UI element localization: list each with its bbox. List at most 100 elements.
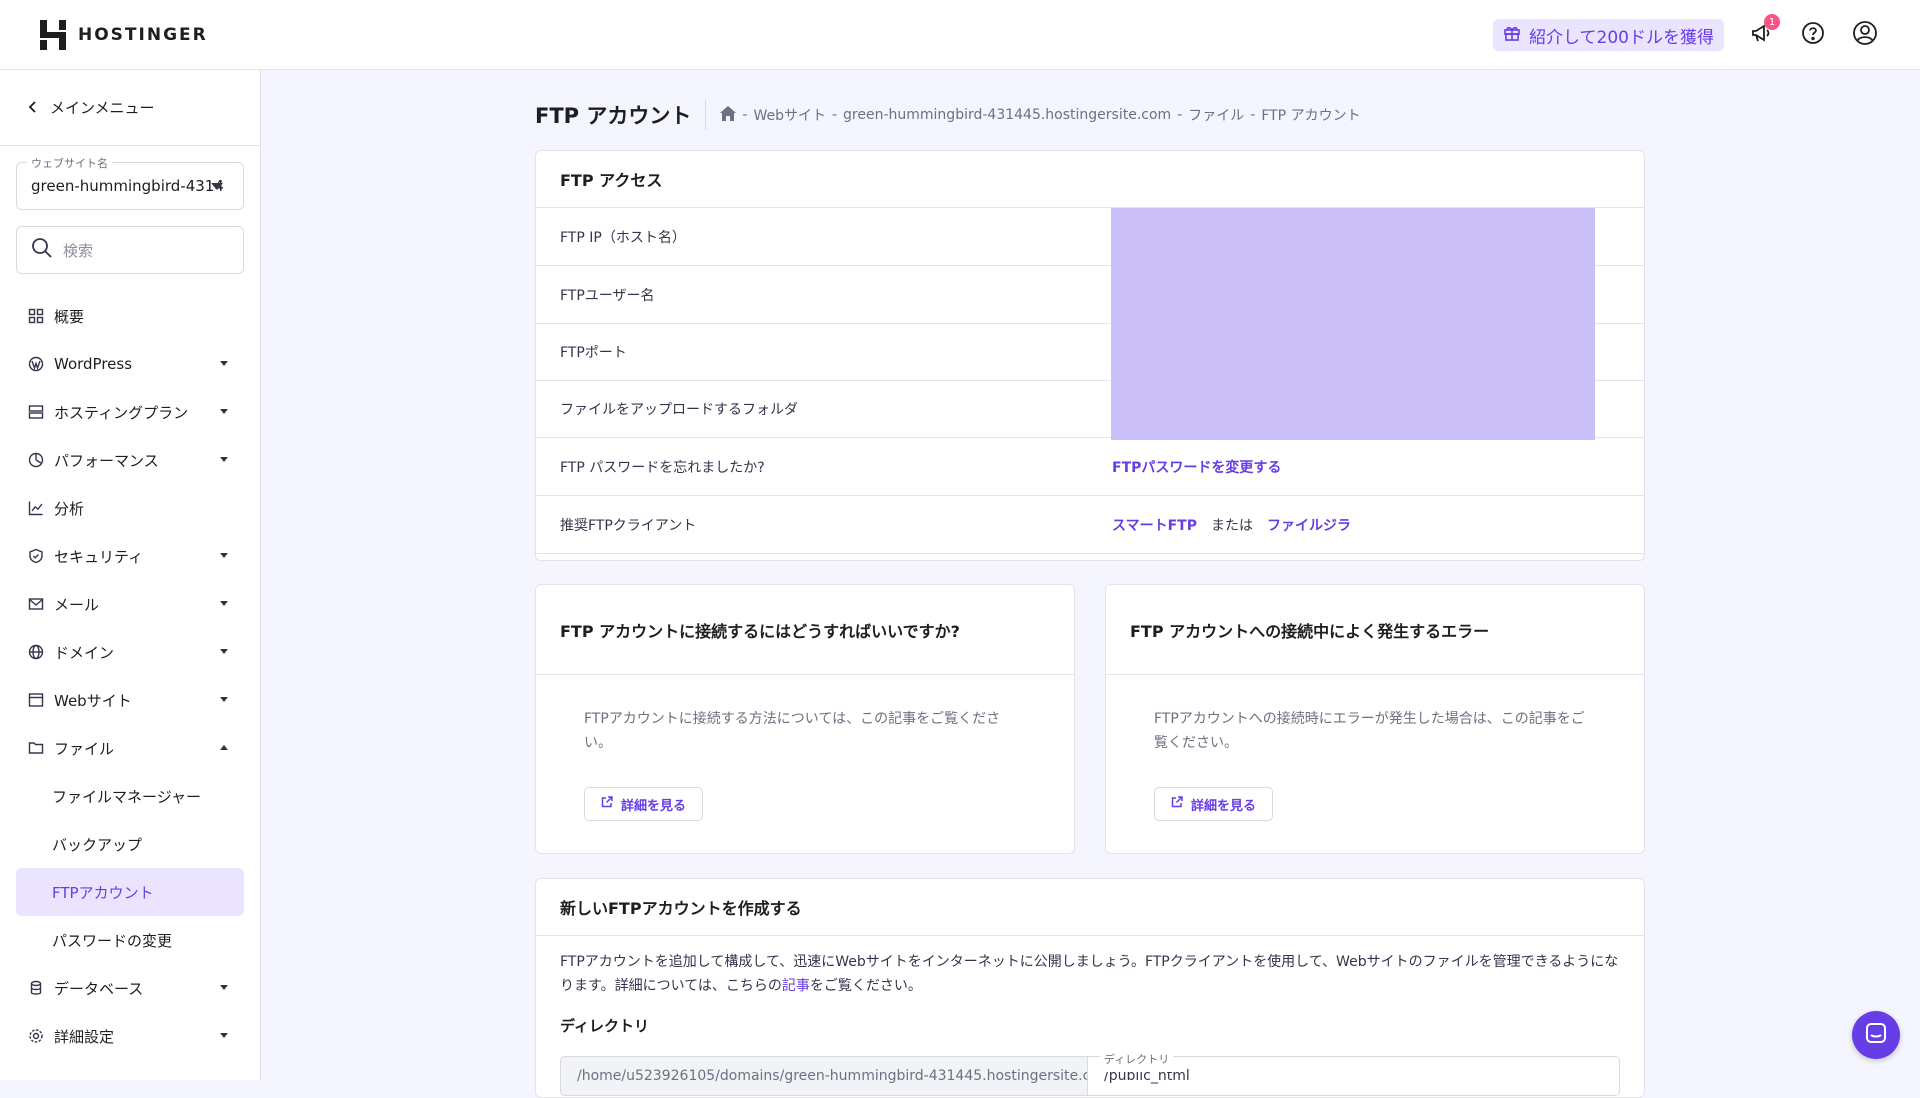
- ftp-row-label: 推奨FTPクライアント: [560, 517, 697, 534]
- external-link-icon: [1171, 796, 1183, 812]
- grid-icon: [28, 308, 44, 324]
- sidebar-item-label: 分析: [54, 499, 85, 518]
- home-icon[interactable]: [720, 105, 737, 125]
- back-to-main-menu[interactable]: メインメニュー: [0, 70, 260, 146]
- ftp-row-label: FTPポート: [560, 345, 627, 361]
- help-button[interactable]: [1798, 20, 1828, 50]
- directory-prefix: /home/u523926105/domains/green-hummingbi…: [560, 1056, 1089, 1096]
- smartftp-link[interactable]: スマートFTP: [1112, 515, 1197, 535]
- gift-icon: [1503, 24, 1521, 47]
- sidebar-item-security[interactable]: セキュリティ: [16, 532, 244, 580]
- sidebar-item-files[interactable]: ファイル: [16, 724, 244, 772]
- help-card-body: FTPアカウントに接続する方法については、この記事をご覧くださ い。: [584, 711, 1001, 751]
- sidebar-item-backup[interactable]: バックアップ: [16, 820, 244, 868]
- referral-label: 紹介して200ドルを獲得: [1529, 27, 1714, 48]
- sidebar-item-database[interactable]: データベース: [16, 964, 244, 1012]
- breadcrumb-item[interactable]: ファイル: [1188, 105, 1244, 125]
- sidebar-item-performance[interactable]: パフォーマンス: [16, 436, 244, 484]
- sidebar-item-label: ホスティングプラン: [54, 403, 189, 422]
- ftp-row-label: FTPユーザー名: [560, 287, 655, 304]
- website-select-label: ウェブサイト名: [27, 155, 112, 171]
- breadcrumb: - Webサイト - green-hummingbird-431445.host…: [720, 105, 1361, 125]
- shield-icon: [28, 548, 44, 564]
- sidebar-item-label: Webサイト: [54, 691, 132, 710]
- sidebar-item-mail[interactable]: メール: [16, 580, 244, 628]
- sidebar-item-hosting-plan[interactable]: ホスティングプラン: [16, 388, 244, 436]
- breadcrumb-item[interactable]: green-hummingbird-431445.hostingersite.c…: [843, 107, 1171, 123]
- sidebar-item-label: WordPress: [54, 355, 133, 373]
- change-ftp-password-link[interactable]: FTPパスワードを変更する: [1112, 457, 1281, 477]
- sidebar-item-label: パスワードの変更: [52, 931, 173, 950]
- wordpress-icon: [28, 356, 44, 372]
- create-ftp-heading: 新しいFTPアカウントを作成する: [536, 879, 1644, 936]
- chat-icon: [1864, 1021, 1888, 1049]
- learn-more-button[interactable]: 詳細を見る: [1154, 787, 1274, 821]
- chat-button[interactable]: [1852, 1011, 1900, 1059]
- sidebar-item-website[interactable]: Webサイト: [16, 676, 244, 724]
- article-link[interactable]: 記事: [782, 978, 810, 994]
- browser-icon: [28, 692, 44, 708]
- learn-more-button[interactable]: 詳細を見る: [584, 787, 704, 821]
- sidebar-item-wordpress[interactable]: WordPress: [16, 340, 244, 388]
- create-description: FTPアカウントを追加して構成して、迅速にWebサイトをインターネットに公開しま…: [560, 954, 1619, 970]
- help-card-title: FTP アカウントに接続するにはどうすればいいですか?: [560, 585, 1050, 675]
- referral-button[interactable]: 紹介して200ドルを獲得: [1493, 19, 1724, 51]
- hostinger-logo-icon: [40, 19, 66, 50]
- directory-field: /home/u523926105/domains/green-hummingbi…: [560, 1048, 1620, 1096]
- notification-badge: 1: [1764, 14, 1780, 30]
- sidebar-item-domain[interactable]: ドメイン: [16, 628, 244, 676]
- help-card-connect: FTP アカウントに接続するにはどうすればいいですか? FTPアカウントに接続す…: [535, 584, 1075, 854]
- sidebar-item-label: データベース: [54, 979, 144, 998]
- filezilla-link[interactable]: ファイルジラ: [1267, 515, 1351, 535]
- sidebar-nav: 概要 WordPress ホスティングプラン パフォーマンス 分析 セキュリティ: [16, 292, 244, 1060]
- sidebar-item-label: ファイル: [54, 739, 115, 758]
- sidebar-item-ftp-accounts[interactable]: FTPアカウント: [16, 868, 244, 916]
- learn-more-label: 詳細を見る: [1191, 798, 1257, 814]
- sidebar-search-input[interactable]: 検索: [16, 226, 244, 274]
- ftp-access-card: FTP アクセス FTP IP（ホスト名） FTPユーザー名 FTPポート ファ…: [535, 150, 1645, 561]
- learn-more-label: 詳細を見る: [621, 798, 687, 814]
- or-text: または: [1210, 517, 1253, 534]
- sidebar-item-label: 概要: [54, 307, 85, 326]
- breadcrumb-item[interactable]: Webサイト: [753, 105, 826, 125]
- sidebar-item-overview[interactable]: 概要: [16, 292, 244, 340]
- help-card-errors: FTP アカウントへの接続中によく発生するエラー FTPアカウントへの接続時にエ…: [1105, 584, 1645, 854]
- ftp-access-heading: FTP アクセス: [536, 151, 1644, 208]
- sidebar-item-change-password[interactable]: パスワードの変更: [16, 916, 244, 964]
- caret-down-icon: [220, 553, 228, 558]
- gear-icon: [28, 1028, 44, 1044]
- notifications-button[interactable]: 1: [1746, 14, 1780, 50]
- sidebar-item-label: バックアップ: [52, 835, 143, 854]
- folder-icon: [28, 740, 44, 756]
- ftp-row-label: FTP IP（ホスト名）: [560, 229, 686, 246]
- hostinger-logo[interactable]: HOSTINGER: [40, 19, 208, 50]
- sidebar-item-analytics[interactable]: 分析: [16, 484, 244, 532]
- server-icon: [28, 404, 44, 420]
- database-icon: [28, 980, 44, 996]
- sidebar-item-label: ファイルマネージャー: [52, 787, 201, 806]
- caret-down-icon: [220, 697, 228, 702]
- caret-down-icon: [220, 361, 228, 366]
- caret-down-icon: [220, 649, 228, 654]
- search-placeholder: 検索: [63, 241, 94, 260]
- logo-text: HOSTINGER: [78, 24, 208, 45]
- sidebar-item-label: セキュリティ: [54, 547, 144, 566]
- website-select[interactable]: ウェブサイト名 green-hummingbird-4314: [16, 155, 244, 210]
- create-ftp-account-card: 新しいFTPアカウントを作成する FTPアカウントを追加して構成して、迅速にWe…: [535, 878, 1645, 1098]
- help-icon: [1801, 21, 1825, 49]
- sidebar-item-label: パフォーマンス: [54, 451, 159, 470]
- website-select-value: green-hummingbird-4314: [31, 177, 224, 195]
- external-link-icon: [601, 796, 613, 812]
- breadcrumb-item: FTP アカウント: [1261, 108, 1361, 124]
- ftp-row-recommended-clients: 推奨FTPクライアント スマートFTP または ファイルジラ: [536, 496, 1644, 554]
- sidebar-item-file-manager[interactable]: ファイルマネージャー: [16, 772, 244, 820]
- top-bar: HOSTINGER 紹介して200ドルを獲得 1: [0, 0, 1920, 70]
- back-label: メインメニュー: [50, 99, 155, 117]
- directory-input-label: ディレクトリ: [1100, 1048, 1174, 1072]
- ftp-row-label: FTP パスワードを忘れましたか?: [560, 459, 765, 476]
- title-divider: [705, 100, 707, 130]
- directory-input[interactable]: ディレクトリ /public_html: [1088, 1048, 1620, 1096]
- sidebar-item-advanced-settings[interactable]: 詳細設定: [16, 1012, 244, 1060]
- caret-down-icon: [220, 1033, 228, 1038]
- account-button[interactable]: [1850, 20, 1880, 50]
